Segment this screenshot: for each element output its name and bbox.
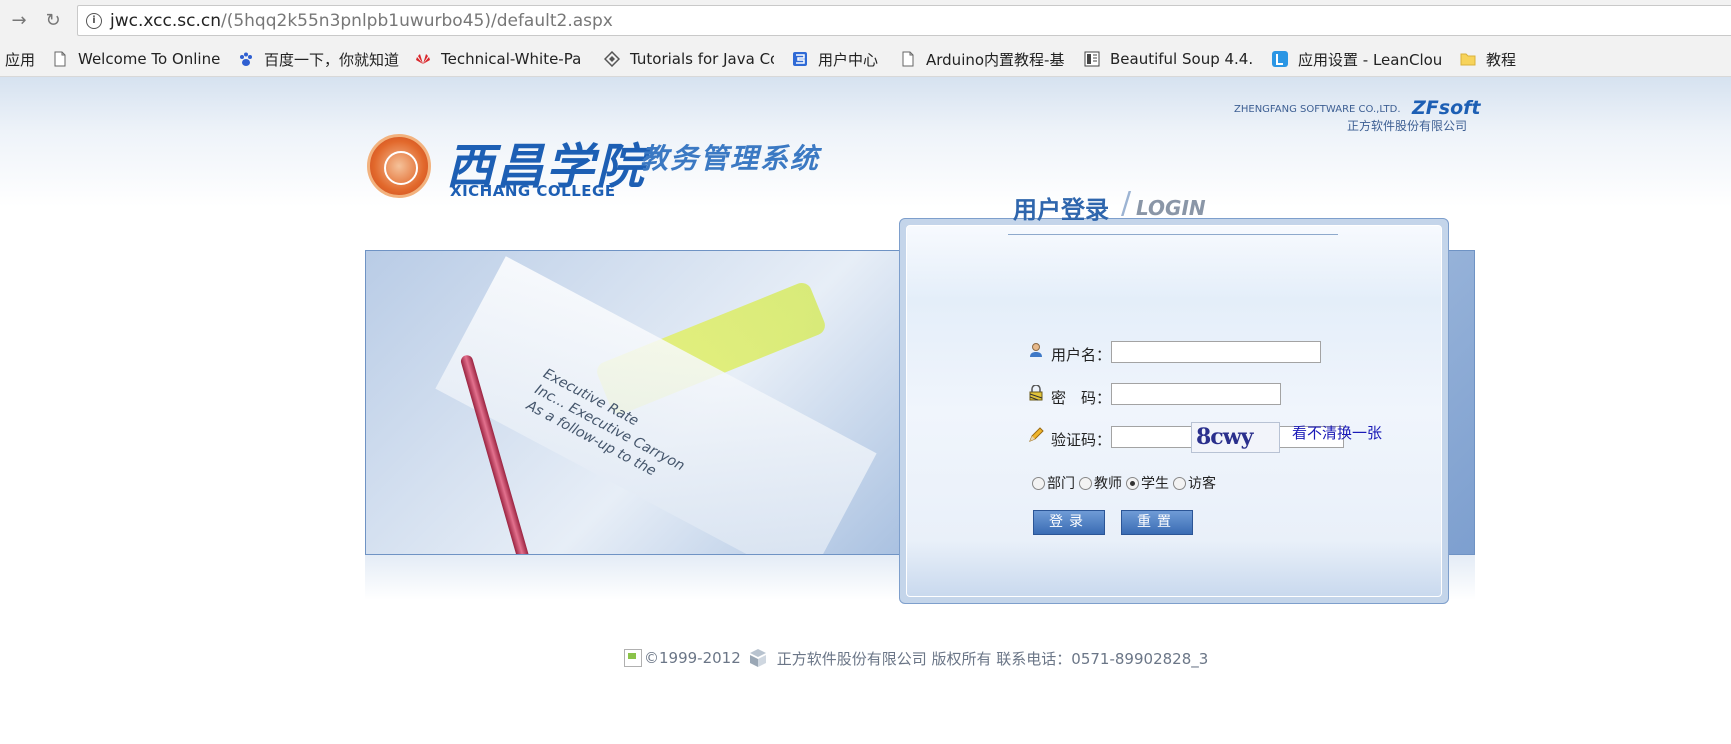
bookmark-label: Beautiful Soup 4.4.0: [1110, 50, 1254, 68]
vendor-name-cn: 正方软件股份有限公司: [1347, 119, 1468, 133]
browser-toolbar: → ↻ i jwc.xcc.sc.cn/(5hqq2k55n3pnlpb1uwu…: [0, 0, 1731, 42]
page-icon: [54, 51, 66, 67]
address-bar[interactable]: i jwc.xcc.sc.cn/(5hqq2k55n3pnlpb1uwurbo4…: [77, 5, 1731, 36]
bookmark-label: Arduino内置教程-基: [926, 50, 1065, 69]
radio-button[interactable]: [1079, 476, 1092, 490]
radio-button[interactable]: [1173, 476, 1186, 490]
title-divider: /: [1121, 186, 1132, 221]
url-text: jwc.xcc.sc.cn/(5hqq2k55n3pnlpb1uwurbo45)…: [110, 11, 613, 31]
user-icon: [1030, 343, 1042, 357]
folder-icon: [1460, 53, 1476, 66]
user-center-icon: [793, 52, 807, 66]
role-label: 学生: [1141, 476, 1169, 492]
title-underline: [1008, 234, 1338, 235]
bookmark-arduino[interactable]: Arduino内置教程-基: [900, 49, 1068, 69]
info-icon[interactable]: i: [86, 13, 102, 29]
bookmark-label: 百度一下，你就知道: [264, 50, 400, 69]
bookmark-huawei[interactable]: Technical-White-Pa: [415, 49, 587, 69]
url-path: /(5hqq2k55n3pnlpb1uwurbo45)/default2.asp…: [220, 11, 613, 31]
footer-company: 正方软件股份有限公司 版权所有 联系电话：0571-89902828_3: [776, 649, 1209, 668]
password-input[interactable]: [1111, 383, 1281, 405]
system-title: 教务管理系统: [640, 142, 821, 175]
bookmark-user-center[interactable]: 用户中心: [792, 49, 884, 69]
login-panel-inner: [906, 225, 1442, 597]
url-host: jwc.xcc.sc.cn: [110, 11, 221, 31]
bookmark-leancloud[interactable]: 应用设置 - LeanClou: [1272, 49, 1444, 69]
login-panel: [899, 218, 1449, 604]
forward-icon[interactable]: →: [8, 10, 30, 32]
role-option-department[interactable]: 部门: [1030, 473, 1075, 493]
bookmark-welcome[interactable]: Welcome To Online: [52, 49, 222, 69]
captcha-image[interactable]: 8cwy: [1191, 422, 1280, 453]
page-icon: [902, 51, 914, 67]
bookmark-label: 应用设置 - LeanClou: [1298, 50, 1443, 69]
bookmark-folder-tutorials[interactable]: 教程: [1460, 49, 1530, 69]
bookmark-apps[interactable]: 应用: [5, 49, 41, 69]
radio-button[interactable]: [1032, 476, 1045, 490]
baidu-paw-icon: [240, 52, 252, 66]
bookmark-label: 应用: [5, 50, 36, 69]
role-label: 教师: [1094, 476, 1122, 492]
role-option-teacher[interactable]: 教师: [1077, 473, 1122, 493]
leancloud-icon: [1272, 51, 1288, 67]
bookmark-label: 教程: [1486, 50, 1517, 69]
school-name-en: XICHANG COLLEGE: [450, 182, 616, 200]
bookmark-label: Tutorials for Java Co: [630, 50, 774, 68]
diamond-icon: [604, 51, 620, 67]
captcha-label: 验证码：: [1051, 431, 1112, 449]
refresh-captcha-link[interactable]: 看不清换一张: [1292, 422, 1382, 443]
role-option-student[interactable]: 学生: [1124, 473, 1169, 493]
login-title-cn: 用户登录: [1013, 196, 1109, 224]
vendor-name-en: ZHENGFANG SOFTWARE CO.,LTD.: [1234, 104, 1401, 115]
role-label: 访客: [1188, 476, 1216, 492]
pencil-icon: [1029, 427, 1044, 442]
login-page: 西昌学院 XICHANG COLLEGE 教务管理系统 ZHENGFANG SO…: [0, 77, 1731, 744]
footer-copyright: ©1999-2012: [644, 649, 741, 667]
page-footer: ©1999-2012 正方软件股份有限公司 版权所有 联系电话：0571-899…: [624, 647, 1208, 669]
login-title-en: LOGIN: [1136, 196, 1206, 220]
zfsoft-mini-logo: [749, 649, 766, 667]
role-radio-group: 部门 教师 学生 访客: [1030, 473, 1218, 493]
huawei-icon: [416, 54, 430, 64]
reset-button[interactable]: 重置: [1121, 510, 1193, 535]
lock-icon: [1029, 385, 1043, 401]
bookmark-label: Technical-White-Pa: [441, 50, 582, 68]
role-label: 部门: [1047, 476, 1075, 492]
bookmark-baidu[interactable]: 百度一下，你就知道: [238, 49, 406, 69]
broken-image-icon: [624, 649, 642, 667]
reload-icon[interactable]: ↻: [42, 10, 64, 32]
college-seal-logo: [367, 134, 431, 198]
bookmark-beautiful-soup[interactable]: Beautiful Soup 4.4.0: [1084, 49, 1254, 69]
role-option-visitor[interactable]: 访客: [1171, 473, 1216, 493]
bookmark-label: Welcome To Online: [78, 50, 221, 68]
password-label: 密 码：: [1051, 389, 1112, 407]
bookmarks-bar: 应用 Welcome To Online 百度一下，你就知道 Technical…: [0, 42, 1731, 77]
username-label: 用户名：: [1051, 346, 1112, 364]
login-button[interactable]: 登录: [1033, 510, 1105, 535]
bookmark-java[interactable]: Tutorials for Java Co: [604, 49, 774, 69]
bookmark-label: 用户中心: [818, 50, 879, 69]
vendor-brand-logo: ZFsoft: [1412, 97, 1481, 119]
radio-button-selected[interactable]: [1126, 476, 1139, 490]
book-icon: [1084, 51, 1100, 67]
username-input[interactable]: [1111, 341, 1321, 363]
